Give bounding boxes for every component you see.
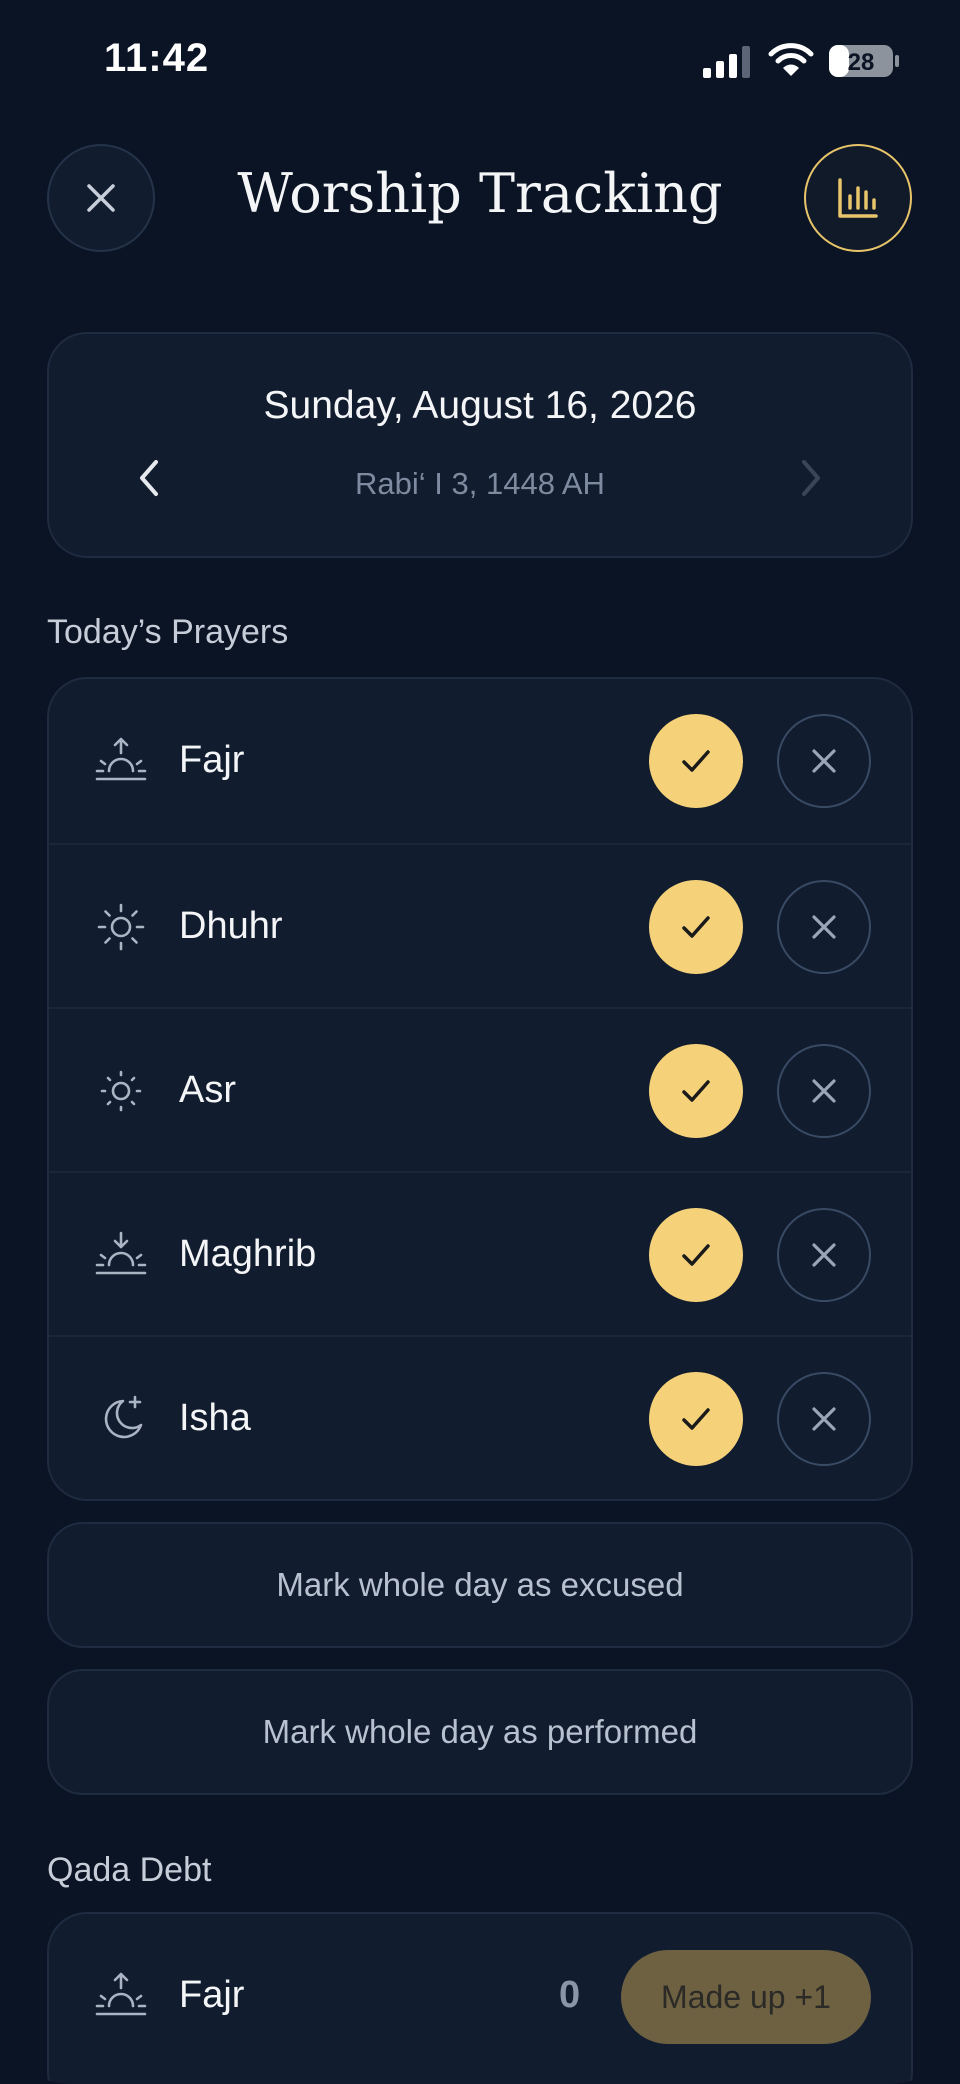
close-icon [812,749,836,773]
close-icon [812,1243,836,1267]
made-up-button[interactable]: Made up +1 [621,1950,871,2044]
prayer-name: Fajr [179,739,245,781]
check-icon [682,1244,710,1266]
battery-icon: 28 [829,45,899,77]
mark-excused-button[interactable]: Mark whole day as excused [47,1522,913,1648]
isha-missed-button[interactable] [777,1372,871,1466]
dhuhr-missed-button[interactable] [777,880,871,974]
fajr-missed-button[interactable] [777,714,871,808]
moon-star-icon [104,1395,143,1439]
dhuhr-performed-button[interactable] [649,880,743,974]
battery-level: 28 [848,49,875,76]
qada-card: Fajr 0 Made up +1 [47,1912,913,2084]
prayer-row-maghrib: Maghrib [49,1171,911,1335]
close-icon [812,915,836,939]
mark-performed-button[interactable]: Mark whole day as performed [47,1669,913,1795]
check-icon [682,916,710,938]
prayer-name: Dhuhr [179,905,283,947]
cellular-signal-icon [703,46,750,78]
sun-small-icon [100,1070,142,1112]
isha-performed-button[interactable] [649,1372,743,1466]
prayer-name: Asr [179,1069,236,1111]
prayer-row-isha: Isha [49,1335,911,1499]
prayers-card: Fajr Dhuhr Asr Maghrib Isha [47,677,913,1501]
prayers-section-label: Today’s Prayers [47,613,289,651]
qada-count: 0 [559,1974,581,2016]
sunrise-icon [95,1972,147,2016]
qada-prayer-name: Fajr [179,1974,245,2016]
prayer-row-fajr: Fajr [49,679,911,843]
qada-section-label: Qada Debt [47,1851,212,1889]
asr-missed-button[interactable] [777,1044,871,1138]
chevron-right-icon [802,460,820,496]
prayer-row-dhuhr: Dhuhr [49,843,911,1007]
gregorian-date: Sunday, August 16, 2026 [263,384,697,427]
check-icon [682,1408,710,1430]
fajr-performed-button[interactable] [649,714,743,808]
maghrib-missed-button[interactable] [777,1208,871,1302]
bar-chart-icon [838,178,878,218]
qada-row-fajr: Fajr 0 Made up +1 [49,1914,911,2078]
asr-performed-button[interactable] [649,1044,743,1138]
sun-icon [97,903,145,951]
prayer-name: Maghrib [179,1233,317,1275]
sunrise-icon [95,737,147,781]
close-icon [812,1079,836,1103]
check-icon [682,1080,710,1102]
check-icon [682,750,710,772]
prayer-row-asr: Asr [49,1007,911,1171]
wifi-icon [768,43,814,76]
status-bar: 11:42 28 [0,0,960,120]
worship-tracking-screen: 11:42 28 Worship Tracking Sunday, August… [0,0,960,2084]
date-card: Sunday, August 16, 2026 Rabi‘ I 3, 1448 … [47,332,913,558]
maghrib-performed-button[interactable] [649,1208,743,1302]
sunset-icon [95,1231,147,1275]
statistics-button[interactable] [804,144,912,252]
prayer-name: Isha [179,1397,251,1439]
close-icon [812,1407,836,1431]
status-time: 11:42 [104,36,210,80]
next-day-button[interactable] [781,448,841,508]
